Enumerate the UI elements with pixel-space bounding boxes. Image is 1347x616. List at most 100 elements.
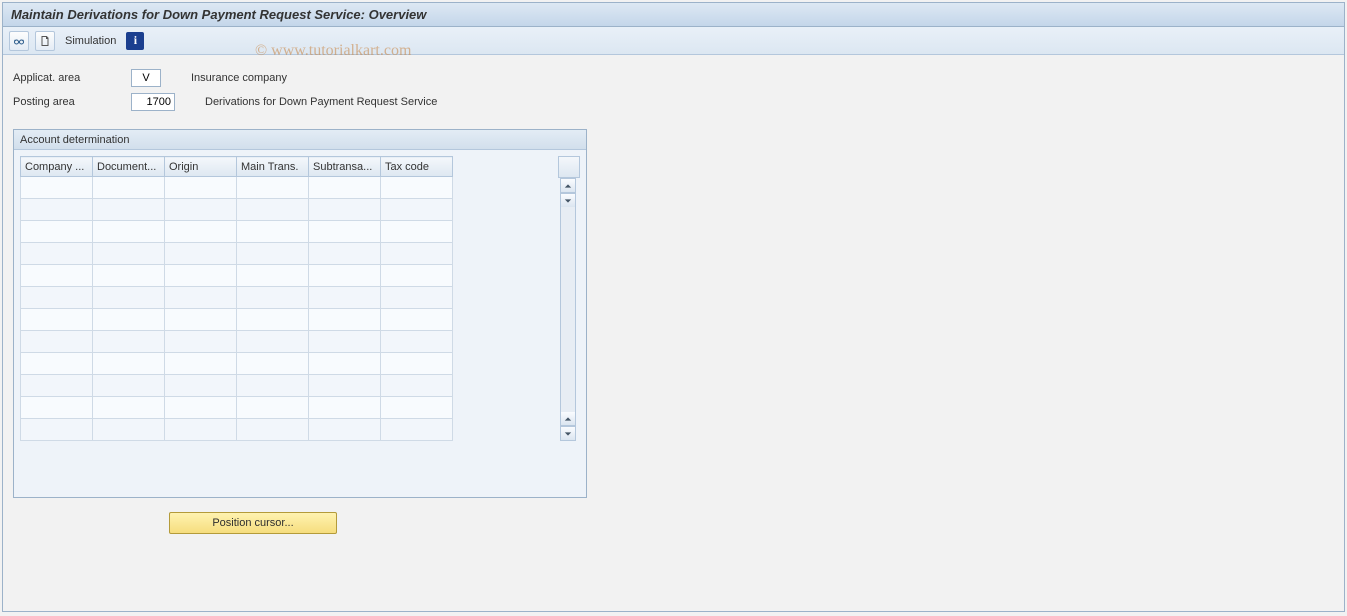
table-cell[interactable] [309, 353, 381, 375]
new-button[interactable] [35, 31, 55, 51]
table-cell[interactable] [381, 375, 453, 397]
table-cell[interactable] [93, 221, 165, 243]
table-cell[interactable] [237, 243, 309, 265]
table-cell[interactable] [381, 287, 453, 309]
table-cell[interactable] [21, 419, 93, 441]
table-cell[interactable] [93, 375, 165, 397]
table-cell[interactable] [165, 221, 237, 243]
table-cell[interactable] [381, 177, 453, 199]
table-cell[interactable] [21, 309, 93, 331]
scroll-up2-button[interactable] [561, 412, 575, 426]
table-cell[interactable] [93, 353, 165, 375]
position-cursor-button[interactable]: Position cursor... [169, 512, 337, 534]
table-cell[interactable] [165, 265, 237, 287]
table-cell[interactable] [93, 331, 165, 353]
posting-input[interactable] [131, 93, 175, 111]
table-cell[interactable] [93, 397, 165, 419]
table-cell[interactable] [237, 287, 309, 309]
table-row[interactable] [21, 419, 453, 441]
table-cell[interactable] [237, 221, 309, 243]
table-cell[interactable] [309, 221, 381, 243]
table-cell[interactable] [93, 199, 165, 221]
table-cell[interactable] [309, 397, 381, 419]
col-company[interactable]: Company ... [21, 157, 93, 177]
col-tax[interactable]: Tax code [381, 157, 453, 177]
table-cell[interactable] [237, 375, 309, 397]
table-cell[interactable] [381, 353, 453, 375]
table-cell[interactable] [309, 243, 381, 265]
table-row[interactable] [21, 243, 453, 265]
glasses-button[interactable] [9, 31, 29, 51]
table-cell[interactable] [93, 243, 165, 265]
table-row[interactable] [21, 221, 453, 243]
table-cell[interactable] [309, 309, 381, 331]
table-cell[interactable] [165, 177, 237, 199]
table-cell[interactable] [93, 287, 165, 309]
table-cell[interactable] [165, 243, 237, 265]
table-row[interactable] [21, 265, 453, 287]
table-cell[interactable] [93, 309, 165, 331]
table-cell[interactable] [21, 353, 93, 375]
col-origin[interactable]: Origin [165, 157, 237, 177]
col-sub[interactable]: Subtransa... [309, 157, 381, 177]
table-cell[interactable] [21, 265, 93, 287]
table-cell[interactable] [309, 375, 381, 397]
table-cell[interactable] [21, 375, 93, 397]
table-cell[interactable] [381, 331, 453, 353]
scroll-down-button[interactable] [561, 193, 575, 207]
table-cell[interactable] [309, 177, 381, 199]
table-cell[interactable] [237, 199, 309, 221]
table-cell[interactable] [237, 309, 309, 331]
table-cell[interactable] [381, 221, 453, 243]
table-cell[interactable] [237, 419, 309, 441]
table-cell[interactable] [165, 287, 237, 309]
table-cell[interactable] [381, 199, 453, 221]
table-cell[interactable] [21, 177, 93, 199]
table-cell[interactable] [309, 419, 381, 441]
scroll-down2-button[interactable] [561, 426, 575, 440]
table-cell[interactable] [21, 331, 93, 353]
table-cell[interactable] [165, 331, 237, 353]
col-main[interactable]: Main Trans. [237, 157, 309, 177]
table-row[interactable] [21, 177, 453, 199]
scroll-up-button[interactable] [561, 179, 575, 193]
table-cell[interactable] [309, 287, 381, 309]
table-cell[interactable] [165, 199, 237, 221]
table-cell[interactable] [237, 331, 309, 353]
table-cell[interactable] [237, 265, 309, 287]
table-cell[interactable] [165, 419, 237, 441]
info-button[interactable]: i [126, 32, 144, 50]
table-row[interactable] [21, 331, 453, 353]
table-cell[interactable] [309, 199, 381, 221]
applicat-input[interactable] [131, 69, 161, 87]
table-cell[interactable] [381, 243, 453, 265]
table-cell[interactable] [309, 331, 381, 353]
table-cell[interactable] [21, 199, 93, 221]
table-cell[interactable] [165, 375, 237, 397]
table-cell[interactable] [21, 397, 93, 419]
simulation-button[interactable]: Simulation [61, 35, 120, 47]
table-cell[interactable] [381, 309, 453, 331]
table-cell[interactable] [309, 265, 381, 287]
table-cell[interactable] [93, 419, 165, 441]
table-row[interactable] [21, 375, 453, 397]
table-cell[interactable] [93, 177, 165, 199]
table-cell[interactable] [93, 265, 165, 287]
table-cell[interactable] [381, 397, 453, 419]
table-cell[interactable] [165, 397, 237, 419]
col-document[interactable]: Document... [93, 157, 165, 177]
table-cell[interactable] [21, 287, 93, 309]
table-cell[interactable] [237, 177, 309, 199]
table-cell[interactable] [21, 221, 93, 243]
table-cell[interactable] [381, 419, 453, 441]
table-cell[interactable] [237, 353, 309, 375]
table-row[interactable] [21, 353, 453, 375]
table-row[interactable] [21, 287, 453, 309]
table-row[interactable] [21, 397, 453, 419]
table-row[interactable] [21, 309, 453, 331]
table-cell[interactable] [165, 353, 237, 375]
table-cell[interactable] [165, 309, 237, 331]
table-cell[interactable] [21, 243, 93, 265]
table-row[interactable] [21, 199, 453, 221]
data-table[interactable]: Company ... Document... Origin Main Tran… [20, 156, 453, 441]
